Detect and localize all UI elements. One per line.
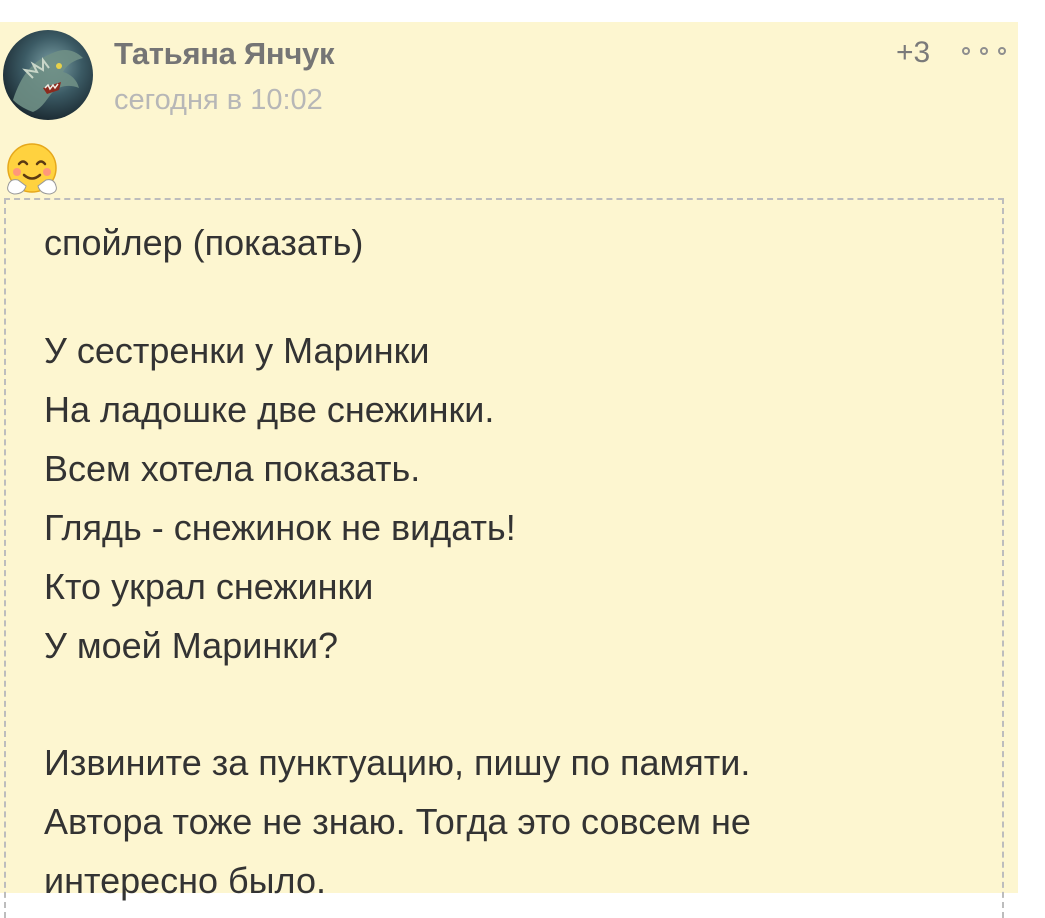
comment-card: Татьяна Янчук сегодня в 10:02 +3 спойлер… <box>0 22 1018 918</box>
avatar[interactable] <box>3 30 93 120</box>
poem-line: Кто украл снежинки <box>44 566 374 607</box>
more-options-icon[interactable] <box>962 40 1006 62</box>
hugging-face-emoji-icon <box>7 143 57 195</box>
rating-count[interactable]: +3 <box>896 36 930 70</box>
poem-line: Глядь - снежинок не видать! <box>44 507 516 548</box>
dragon-avatar-image <box>13 50 83 112</box>
poem-line: У сестренки у Маринки <box>44 330 430 371</box>
note-line: Автора тоже не знаю. Тогда это совсем не <box>44 801 751 842</box>
spoiler-block: спойлер (показать) У сестренки у Маринки… <box>4 198 1004 918</box>
author-name[interactable]: Татьяна Янчук <box>114 36 334 72</box>
poem-text: У сестренки у Маринки На ладошке две сне… <box>44 321 516 675</box>
note-text: Извините за пунктуацию, пишу по памяти. … <box>44 733 751 910</box>
note-line: Извините за пунктуацию, пишу по памяти. <box>44 742 751 783</box>
spoiler-toggle-link[interactable]: спойлер (показать) <box>44 222 363 264</box>
poem-line: Всем хотела показать. <box>44 448 421 489</box>
poem-line: На ладошке две снежинки. <box>44 389 495 430</box>
poem-line: У моей Маринки? <box>44 625 339 666</box>
note-line: интересно было. <box>44 860 326 901</box>
comment-timestamp: сегодня в 10:02 <box>114 84 323 116</box>
